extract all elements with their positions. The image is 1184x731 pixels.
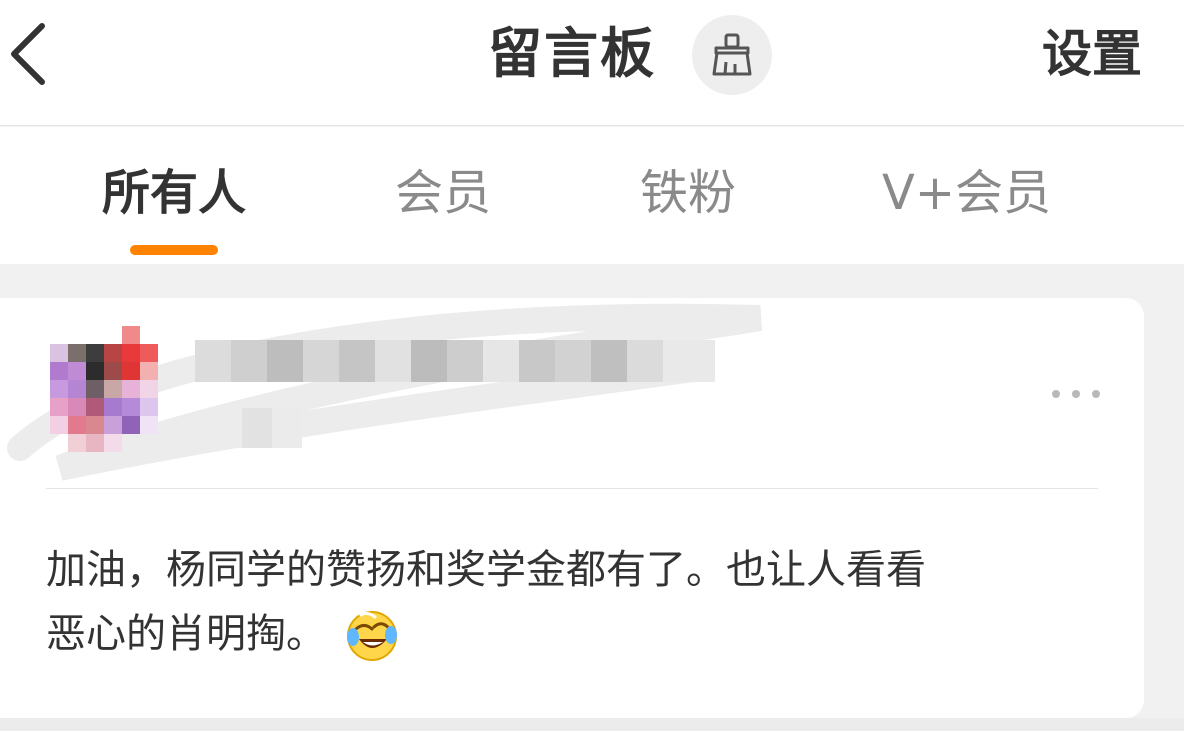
active-tab-indicator (130, 245, 218, 255)
message-text: 加油，杨同学的赞扬和奖学金都有了。也让人看看 恶心的肖明掏。 (46, 538, 1106, 666)
message-card: 加油，杨同学的赞扬和奖学金都有了。也让人看看 恶心的肖明掏。 (0, 298, 1144, 718)
top-nav-bar: 留言板 设置 (0, 0, 1184, 126)
avatar[interactable] (50, 326, 180, 456)
settings-button[interactable]: 设置 (1042, 20, 1142, 88)
list-bottom-spacer (0, 718, 1184, 731)
more-options-button[interactable] (1052, 384, 1100, 404)
username-redacted[interactable] (195, 340, 715, 382)
more-dots-icon (1052, 390, 1060, 398)
laugh-cry-emoji-icon (346, 611, 397, 661)
page-title: 留言板 (488, 22, 656, 85)
card-divider (46, 488, 1098, 489)
message-line-1: 加油，杨同学的赞扬和奖学金都有了。也让人看看 (46, 547, 926, 593)
tab-vplus-members[interactable]: V+会员 (882, 163, 1051, 223)
tab-all[interactable]: 所有人 (102, 163, 246, 223)
post-meta-redacted (212, 408, 302, 448)
tab-members[interactable]: 会员 (395, 163, 491, 223)
message-line-2: 恶心的肖明掏。 (46, 602, 1106, 666)
clean-button[interactable] (692, 15, 772, 95)
broom-icon (712, 33, 752, 76)
tab-fans[interactable]: 铁粉 (640, 163, 736, 223)
back-button[interactable] (4, 20, 52, 88)
filter-tabs: 所有人 会员 铁粉 V+会员 (0, 127, 1184, 264)
chevron-left-icon (11, 23, 45, 85)
